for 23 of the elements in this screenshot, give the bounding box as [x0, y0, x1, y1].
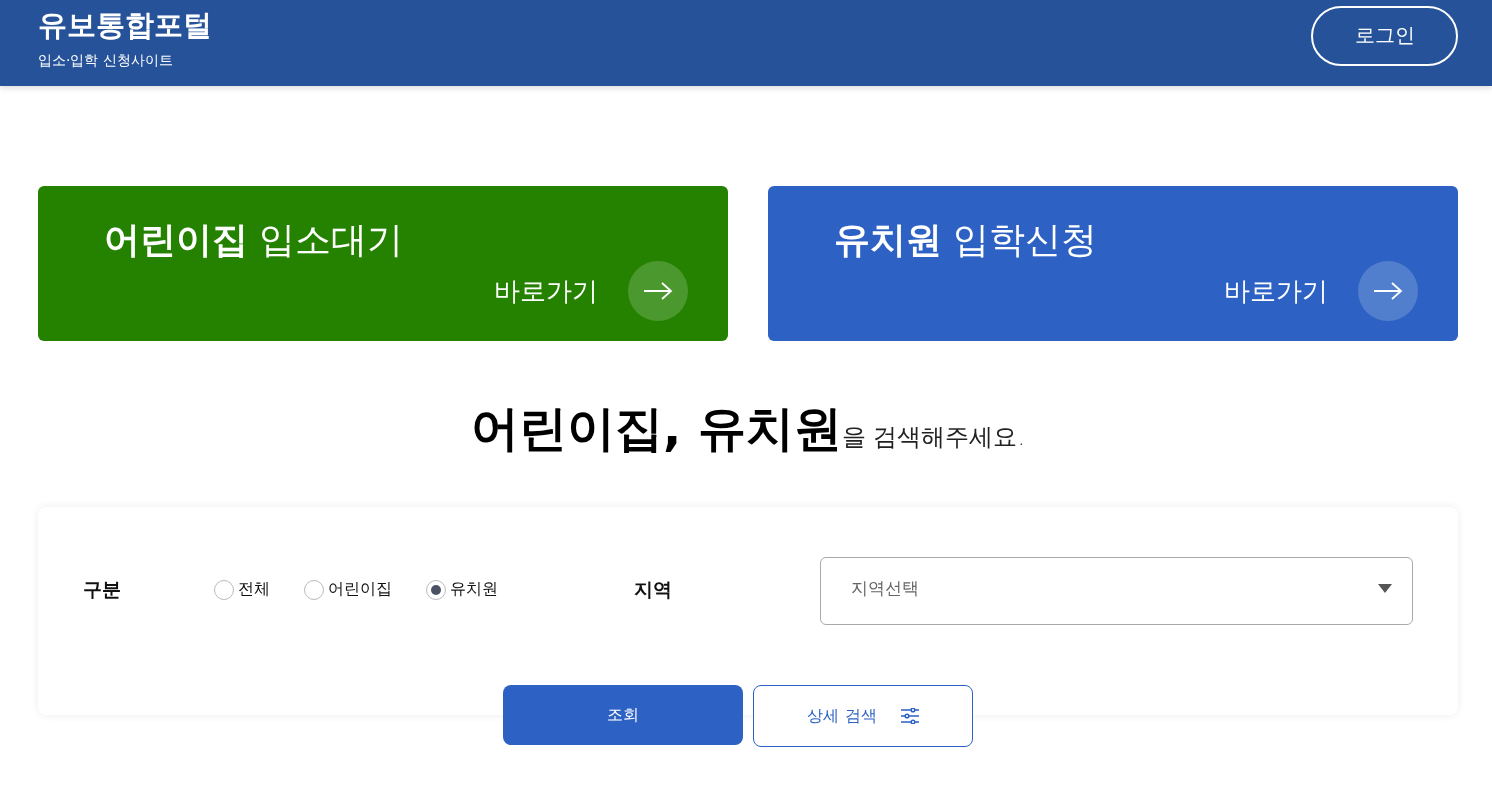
search-heading: 어린이집, 유치원을 검색해주세요.	[469, 399, 1027, 458]
card-title: 유치원 입학신청	[834, 218, 1099, 262]
radio-option[interactable]: 어린이집	[304, 579, 392, 600]
detail-search-button[interactable]: 상세 검색	[753, 685, 973, 747]
site-title: 유보통합포털	[38, 7, 212, 44]
region-select[interactable]: 지역선택	[820, 557, 1413, 625]
shortcut-link[interactable]: 바로가기	[494, 273, 598, 309]
sliders-icon	[900, 708, 919, 724]
region-label: 지역	[634, 577, 672, 602]
radio-label: 유치원	[450, 579, 498, 600]
search-button[interactable]: 조회	[503, 685, 743, 745]
radio-option[interactable]: 전체	[214, 579, 270, 600]
shortcut-link[interactable]: 바로가기	[1224, 273, 1328, 309]
radio-label: 전체	[238, 579, 270, 600]
shortcut-card[interactable]: 유치원 입학신청 바로가기	[768, 186, 1458, 341]
type-label: 구분	[83, 577, 121, 602]
site-subtitle: 입소·입학 신청사이트	[38, 52, 174, 70]
shortcut-card[interactable]: 어린이집 입소대기 바로가기	[38, 186, 728, 341]
radio-option[interactable]: 유치원	[426, 579, 498, 600]
login-button[interactable]: 로그인	[1311, 5, 1458, 66]
card-title: 어린이집 입소대기	[104, 218, 405, 262]
radio-label: 어린이집	[328, 579, 392, 600]
dropdown-caret-icon	[1378, 583, 1392, 593]
